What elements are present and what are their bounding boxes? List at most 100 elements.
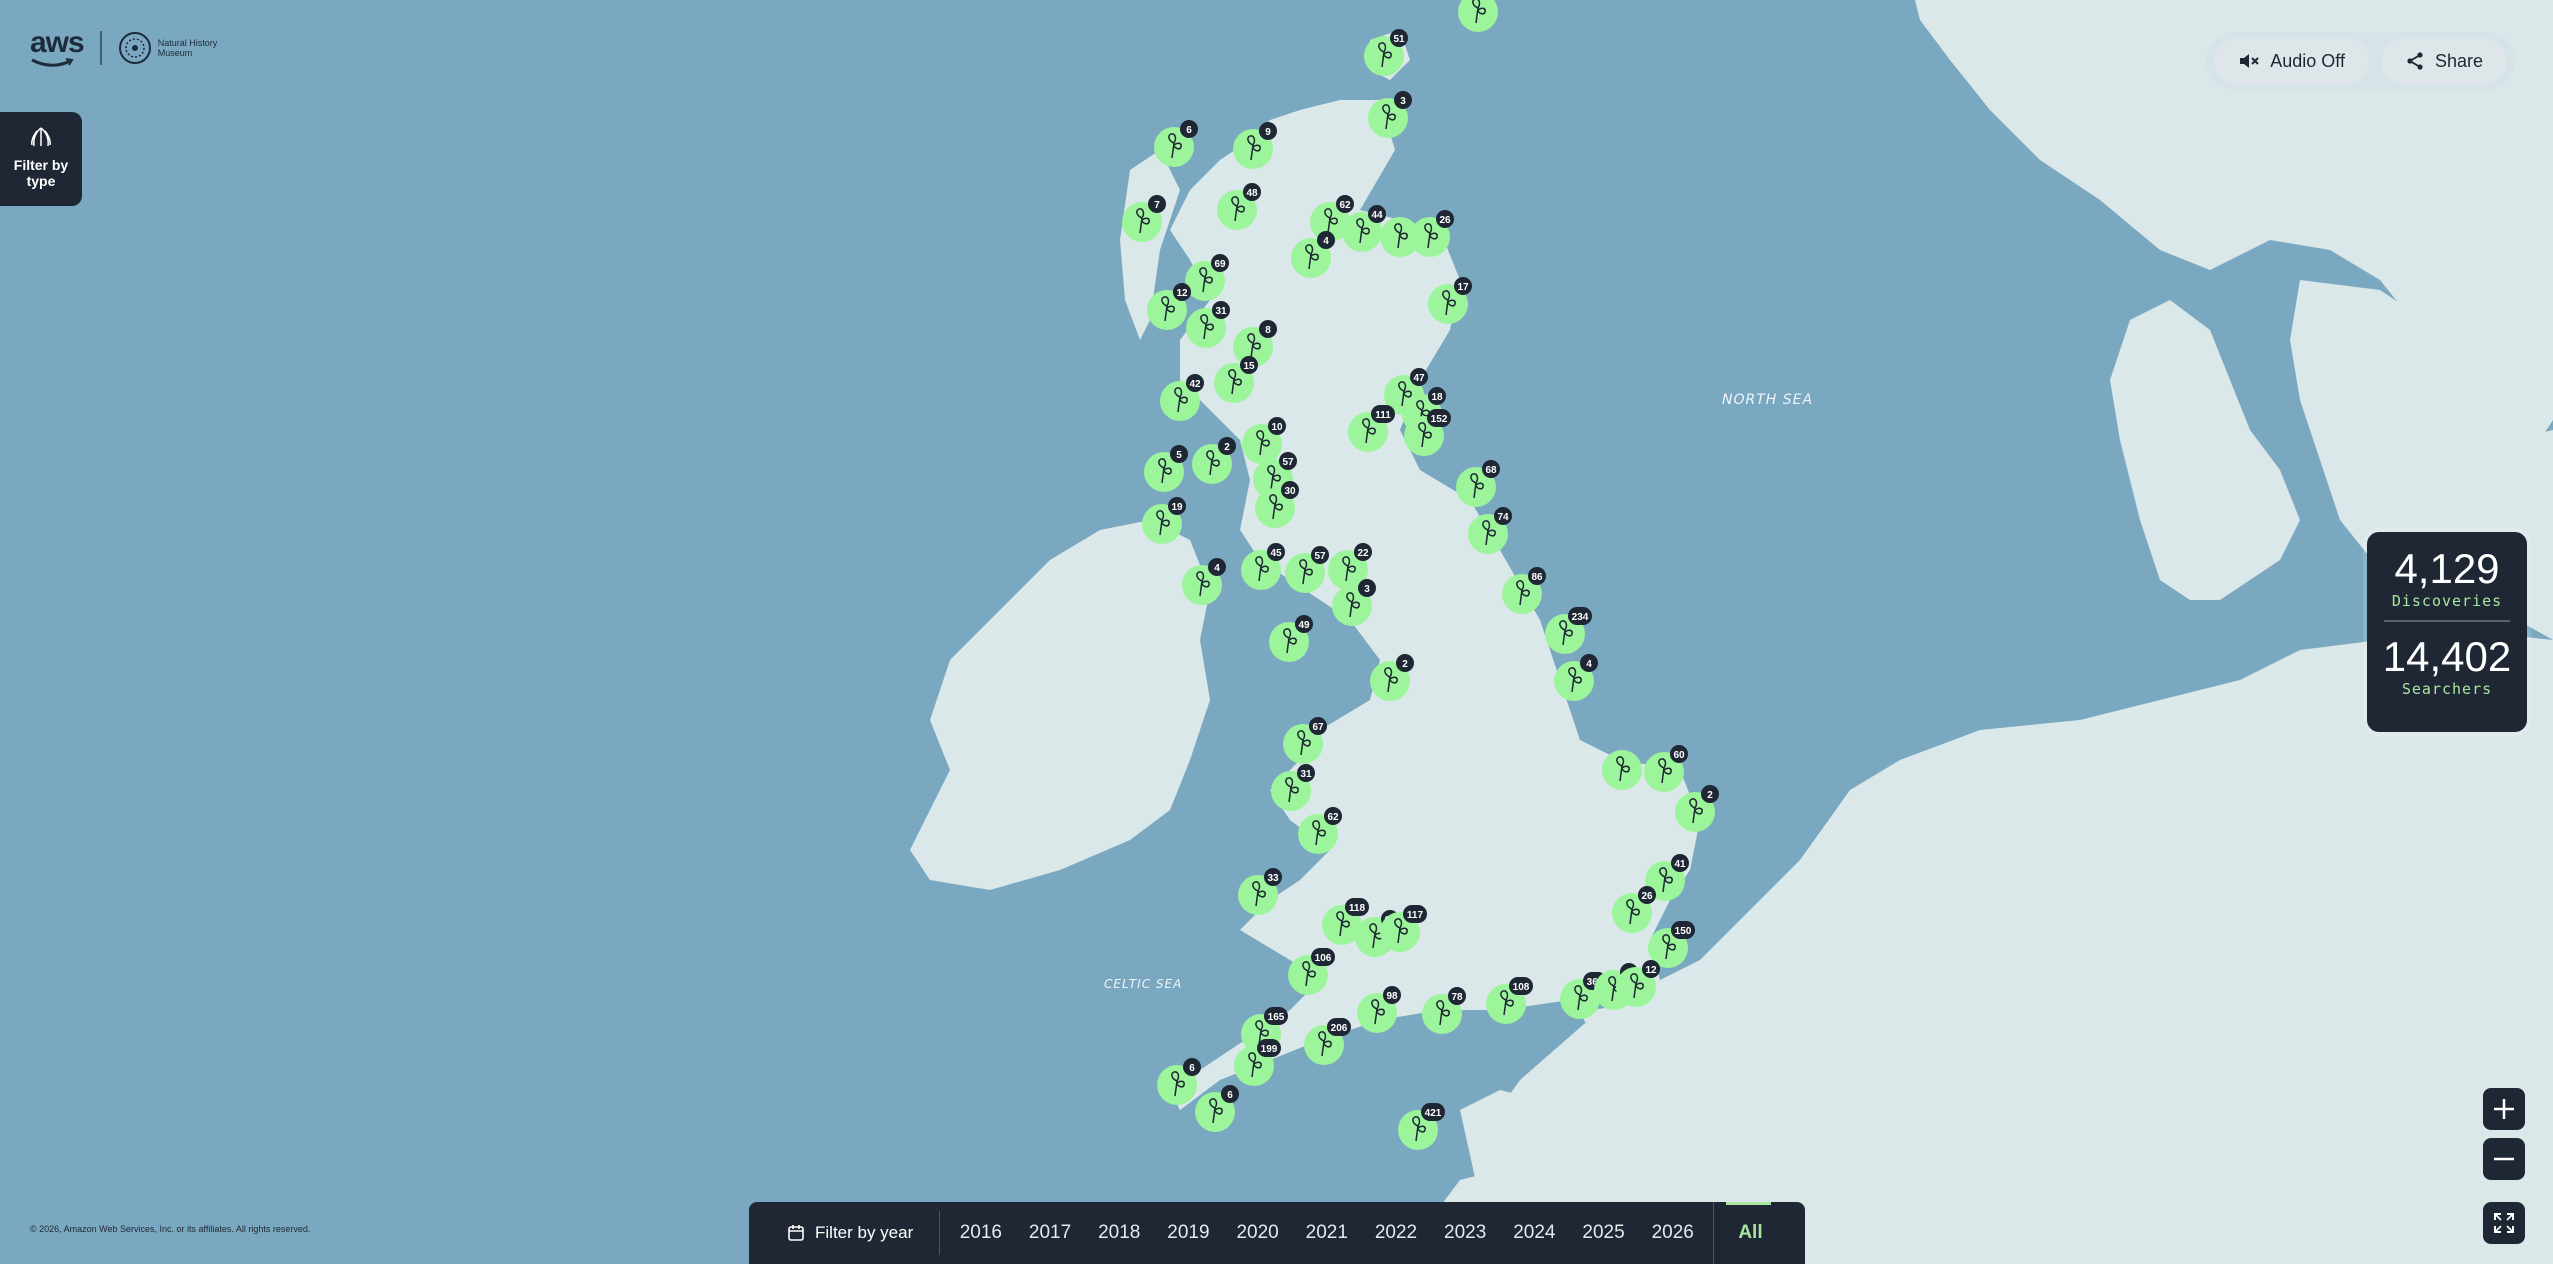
fullscreen-icon	[2494, 1213, 2514, 1233]
year-option-2025[interactable]: 2025	[1569, 1222, 1638, 1244]
marker-count: 68	[1485, 465, 1497, 476]
marker-count: 10	[1271, 422, 1283, 433]
marker-count: 106	[1315, 953, 1332, 964]
marker-count: 206	[1331, 1023, 1348, 1034]
marker-count: 3	[1364, 584, 1370, 595]
plus-icon	[2494, 1099, 2514, 1119]
marker-count: 26	[1641, 891, 1653, 902]
year-option-2018[interactable]: 2018	[1085, 1222, 1154, 1244]
marker-count: 78	[1451, 992, 1463, 1003]
aws-logo-text: aws	[30, 26, 85, 59]
brand-divider	[99, 31, 102, 65]
marker-count: 6	[1189, 1063, 1195, 1074]
fossil-shell-icon	[31, 127, 51, 147]
marker-count: 41	[1674, 859, 1686, 870]
celtic-sea-label: CELTIC SEA	[1104, 977, 1182, 991]
marker-count: 234	[1572, 612, 1589, 623]
searchers-label: Searchers	[2401, 680, 2493, 698]
discoveries-label: Discoveries	[2391, 592, 2503, 610]
marker-count: 118	[1349, 903, 1366, 914]
stats-panel: 4,129 Discoveries 14,402 Searchers	[2367, 532, 2527, 732]
marker-count: 4	[1323, 236, 1329, 247]
minus-icon	[2494, 1157, 2514, 1161]
year-option-2021[interactable]: 2021	[1292, 1222, 1361, 1244]
marker-count: 44	[1371, 210, 1383, 221]
year-filter-bar: Filter by year 2016 2017 2018 2019 2020 2021 2…	[749, 1202, 1805, 1264]
marker-count: 199	[1261, 1044, 1278, 1055]
marker-count: 108	[1513, 982, 1530, 993]
year-option-2026[interactable]: 2026	[1638, 1222, 1707, 1244]
year-option-2016[interactable]: 2016	[946, 1222, 1015, 1244]
marker-count: 45	[1270, 548, 1282, 559]
filter-by-year-label: Filter by year	[815, 1223, 914, 1242]
brand-logos: aws Natural History Museum	[30, 28, 218, 68]
marker-count: 57	[1282, 457, 1294, 468]
aws-smile-icon	[31, 58, 74, 67]
nhm-emblem-icon	[118, 32, 151, 64]
searchers-count: 14,402	[2382, 633, 2512, 680]
marker-count: 31	[1215, 306, 1227, 317]
marker-count: 31	[1300, 769, 1312, 780]
marker-count: 86	[1531, 572, 1543, 583]
marker-count: 67	[1312, 722, 1324, 733]
aws-logo: aws	[30, 26, 85, 68]
marker-count: 62	[1327, 812, 1339, 823]
year-option-2020[interactable]: 2020	[1223, 1222, 1292, 1244]
marker-count: 48	[1246, 188, 1258, 199]
marker-count: 421	[1425, 1108, 1442, 1119]
marker-count: 4	[1586, 659, 1592, 670]
marker-count: 57	[1314, 551, 1326, 562]
speaker-muted-icon	[2240, 54, 2259, 68]
share-label: Share	[2434, 50, 2483, 71]
marker-count: 19	[1171, 502, 1183, 513]
marker-count: 60	[1673, 750, 1685, 761]
calendar-icon	[788, 1225, 804, 1241]
fullscreen-button[interactable]	[2483, 1202, 2525, 1244]
marker-count: 15	[1243, 361, 1255, 372]
marker-count: 98	[1386, 991, 1398, 1002]
discovery-marker[interactable]	[1602, 750, 1642, 790]
marker-count: 111	[1375, 410, 1391, 421]
marker-count: 165	[1268, 1012, 1285, 1023]
filter-by-type-label: Filter by type	[13, 157, 69, 189]
year-options: 2016 2017 2018 2019 2020 2021 2022 2023 2024 2025…	[946, 1222, 1707, 1244]
audio-toggle-button[interactable]: Audio Off	[2214, 38, 2369, 84]
marker-count: 30	[1284, 486, 1296, 497]
top-controls: Audio Off Share	[2206, 32, 2515, 90]
marker-count: 2	[1224, 442, 1230, 453]
marker-count: 2	[1402, 659, 1408, 670]
filter-by-year-button[interactable]: Filter by year	[749, 1211, 941, 1255]
copyright-notice: © 2026, Amazon Web Services, Inc. or its…	[30, 1224, 311, 1234]
year-option-2024[interactable]: 2024	[1500, 1222, 1569, 1244]
marker-count: 3	[1400, 96, 1406, 107]
marker-count: 7	[1154, 200, 1160, 211]
marker-count: 49	[1298, 620, 1310, 631]
year-option-2019[interactable]: 2019	[1154, 1222, 1223, 1244]
year-option-2023[interactable]: 2023	[1431, 1222, 1500, 1244]
marker-count: 18	[1431, 392, 1443, 403]
marker-count: 5	[1176, 450, 1182, 461]
marker-count: 51	[1393, 34, 1405, 45]
year-option-2017[interactable]: 2017	[1015, 1222, 1084, 1244]
zoom-out-button[interactable]	[2483, 1138, 2525, 1180]
year-option-all[interactable]: All	[1713, 1202, 1782, 1264]
marker-count: 33	[1267, 873, 1279, 884]
marker-count: 42	[1189, 379, 1201, 390]
marker-count: 12	[1176, 288, 1188, 299]
zoom-in-button[interactable]	[2483, 1088, 2525, 1130]
marker-count: 12	[1645, 965, 1657, 976]
share-button[interactable]: Share	[2380, 38, 2507, 84]
marker-count: 69	[1214, 259, 1226, 270]
filter-by-type-button[interactable]: Filter by type	[0, 112, 82, 206]
share-icon	[2407, 52, 2423, 70]
year-option-2022[interactable]: 2022	[1361, 1222, 1430, 1244]
stats-divider	[2384, 620, 2510, 622]
marker-count: 150	[1675, 926, 1692, 937]
marker-count: 8	[1265, 325, 1271, 336]
marker-count: 9	[1265, 127, 1271, 138]
marker-count: 152	[1431, 414, 1448, 425]
marker-count: 2	[1707, 790, 1713, 801]
marker-count: 17	[1457, 282, 1469, 293]
marker-count: 47	[1413, 373, 1425, 384]
map-canvas[interactable]: NORTH SEA CELTIC SEA 5136 97486244 2646912…	[0, 0, 2553, 1264]
